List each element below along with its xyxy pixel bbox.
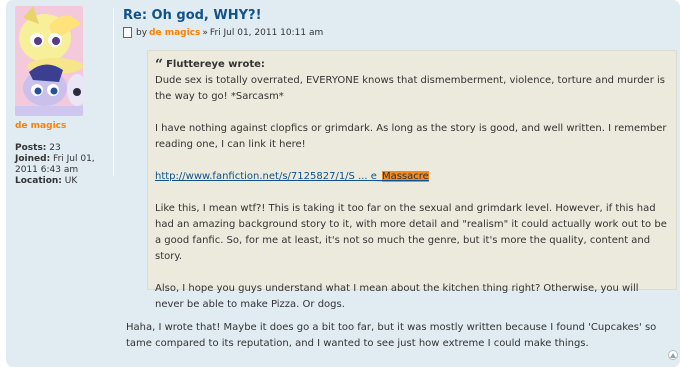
joined-label: Joined: [15, 154, 51, 164]
quote-link-text: http://www.fanfiction.net/s/7125827/1/S … [155, 171, 382, 182]
profile-location: Location: UK [15, 176, 111, 187]
profile-divider [113, 8, 114, 176]
quote-paragraph-3: Like this, I mean wtf?! This is taking i… [155, 203, 667, 262]
location-value: UK [64, 176, 78, 186]
post-date: Fri Jul 01, 2011 10:11 am [209, 27, 324, 38]
quote-author: Fluttereye wrote: [166, 59, 265, 70]
quote-paragraph-1: Dude sex is totally overrated, EVERYONE … [155, 75, 665, 102]
post-profile: de magics Posts: 23 Joined: Fri Jul 01, … [15, 6, 111, 187]
profile-details: Posts: 23 Joined: Fri Jul 01, 2011 6:43 … [15, 143, 111, 187]
post-author[interactable]: de magics [149, 28, 200, 38]
meta-by: by [136, 27, 148, 38]
quote-link-line: http://www.fanfiction.net/s/7125827/1/S … [155, 169, 669, 185]
profile-posts: Posts: 23 [15, 143, 111, 154]
post-meta: by de magics » Fri Jul 01, 2011 10:11 am [123, 27, 323, 38]
quote-paragraph-4: Also, I hope you guys understand what I … [155, 283, 639, 310]
profile-username[interactable]: de magics [15, 121, 111, 131]
back-to-top-icon[interactable] [668, 350, 678, 360]
quote-paragraph-2: I have nothing against clopfics or grimd… [155, 123, 667, 150]
quote-icon: “ [155, 57, 164, 73]
post-body-text: Haha, I wrote that! Maybe it does go a b… [126, 322, 657, 349]
posts-label: Posts: [15, 143, 47, 153]
avatar[interactable] [15, 6, 83, 116]
posts-value[interactable]: 23 [49, 143, 60, 153]
meta-separator: » [202, 27, 208, 38]
post-icon[interactable] [123, 27, 132, 38]
quote-block: “ Fluttereye wrote: Dude sex is totally … [147, 50, 677, 310]
quote-link-highlight: Massacre [381, 171, 429, 182]
forum-post: de magics Posts: 23 Joined: Fri Jul 01, … [6, 0, 680, 367]
location-label: Location: [15, 176, 62, 186]
profile-joined: Joined: Fri Jul 01, 2011 6:43 am [15, 154, 111, 176]
post-title[interactable]: Re: Oh god, WHY?! [123, 8, 262, 23]
quote-cite: “ Fluttereye wrote: [155, 57, 669, 73]
quote-link[interactable]: http://www.fanfiction.net/s/7125827/1/S … [155, 171, 429, 182]
